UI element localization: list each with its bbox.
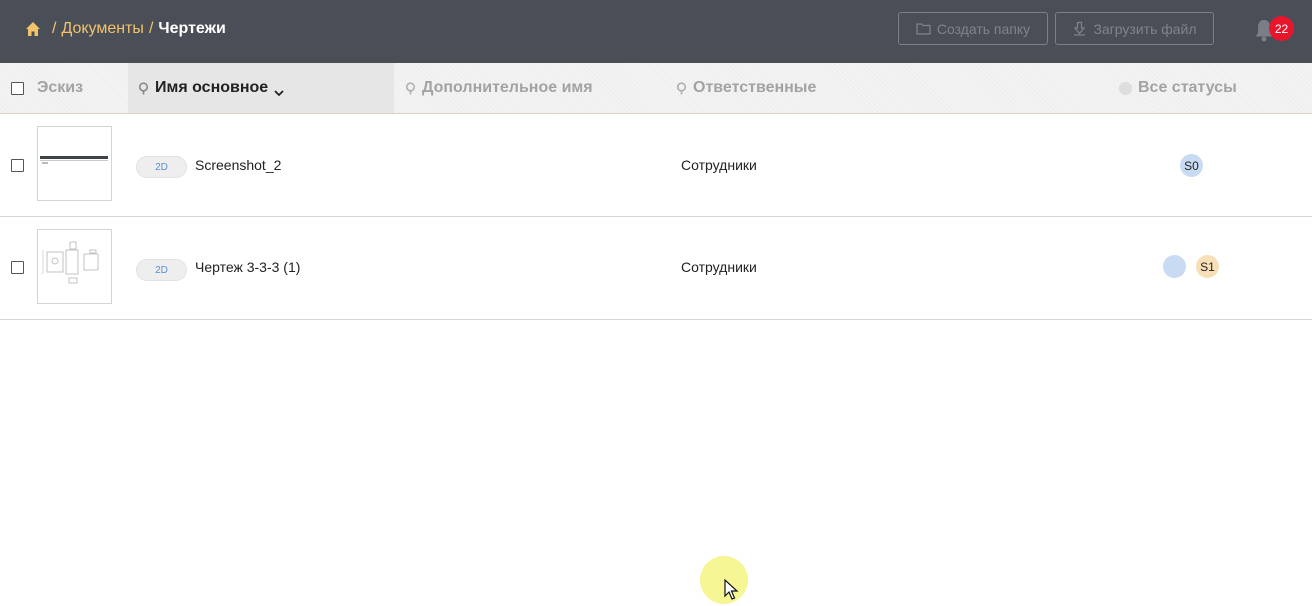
table-row[interactable]: 2D Чертеж 3-3-3 (1) Сотрудники S1 (0, 217, 1312, 320)
create-folder-button[interactable]: Создать папку (898, 12, 1048, 45)
row-responsible: Сотрудники (681, 259, 757, 275)
home-icon[interactable] (25, 21, 41, 37)
folder-icon (916, 21, 931, 36)
sketch-thumbnail[interactable] (37, 229, 112, 304)
status-dot-icon (1119, 81, 1132, 95)
sketch-thumbnail[interactable] (37, 126, 112, 201)
table-row[interactable]: 2D Screenshot_2 Сотрудники S0 (0, 114, 1312, 217)
chevron-down-icon[interactable] (274, 84, 284, 97)
row-main-name[interactable]: Чертеж 3-3-3 (1) (195, 259, 300, 275)
row-responsible: Сотрудники (681, 157, 757, 173)
mouse-pointer-icon (724, 578, 740, 601)
breadcrumb-current: Чертежи (158, 20, 226, 37)
column-header-statuses[interactable]: Все статусы (1119, 63, 1299, 113)
upload-file-label: Загрузить файл (1093, 20, 1197, 37)
type-tag: 2D (136, 259, 187, 281)
breadcrumb-separator: / (52, 20, 57, 37)
column-header-sketch: Эскиз (37, 79, 84, 96)
row-checkbox[interactable] (11, 159, 24, 172)
upload-file-button[interactable]: Загрузить файл (1055, 12, 1214, 45)
download-arrow-icon (1072, 21, 1087, 36)
type-tag: 2D (136, 156, 187, 178)
table-header: Эскиз Имя основное Дополнительное имя От… (0, 63, 1312, 114)
breadcrumb: / Документы / Чертежи (25, 18, 226, 40)
select-all-checkbox[interactable] (11, 82, 24, 95)
row-checkbox[interactable] (11, 261, 24, 274)
column-header-main-name[interactable]: Имя основное (128, 63, 394, 113)
search-icon[interactable] (138, 81, 151, 95)
column-header-responsible[interactable]: Ответственные (676, 63, 936, 113)
notification-badge[interactable]: 22 (1269, 16, 1294, 41)
status-badge[interactable] (1163, 255, 1186, 278)
breadcrumb-separator: / (148, 20, 154, 37)
status-badge[interactable]: S0 (1180, 154, 1203, 177)
status-badge[interactable]: S1 (1196, 255, 1219, 278)
search-icon[interactable] (676, 81, 689, 95)
create-folder-label: Создать папку (936, 20, 1031, 37)
row-main-name[interactable]: Screenshot_2 (195, 157, 281, 173)
top-bar: / Документы / Чертежи Создать папку Загр… (0, 0, 1312, 63)
breadcrumb-link-documents[interactable]: Документы (61, 20, 143, 38)
column-header-extra-name[interactable]: Дополнительное имя (405, 63, 665, 113)
search-icon[interactable] (405, 81, 418, 95)
